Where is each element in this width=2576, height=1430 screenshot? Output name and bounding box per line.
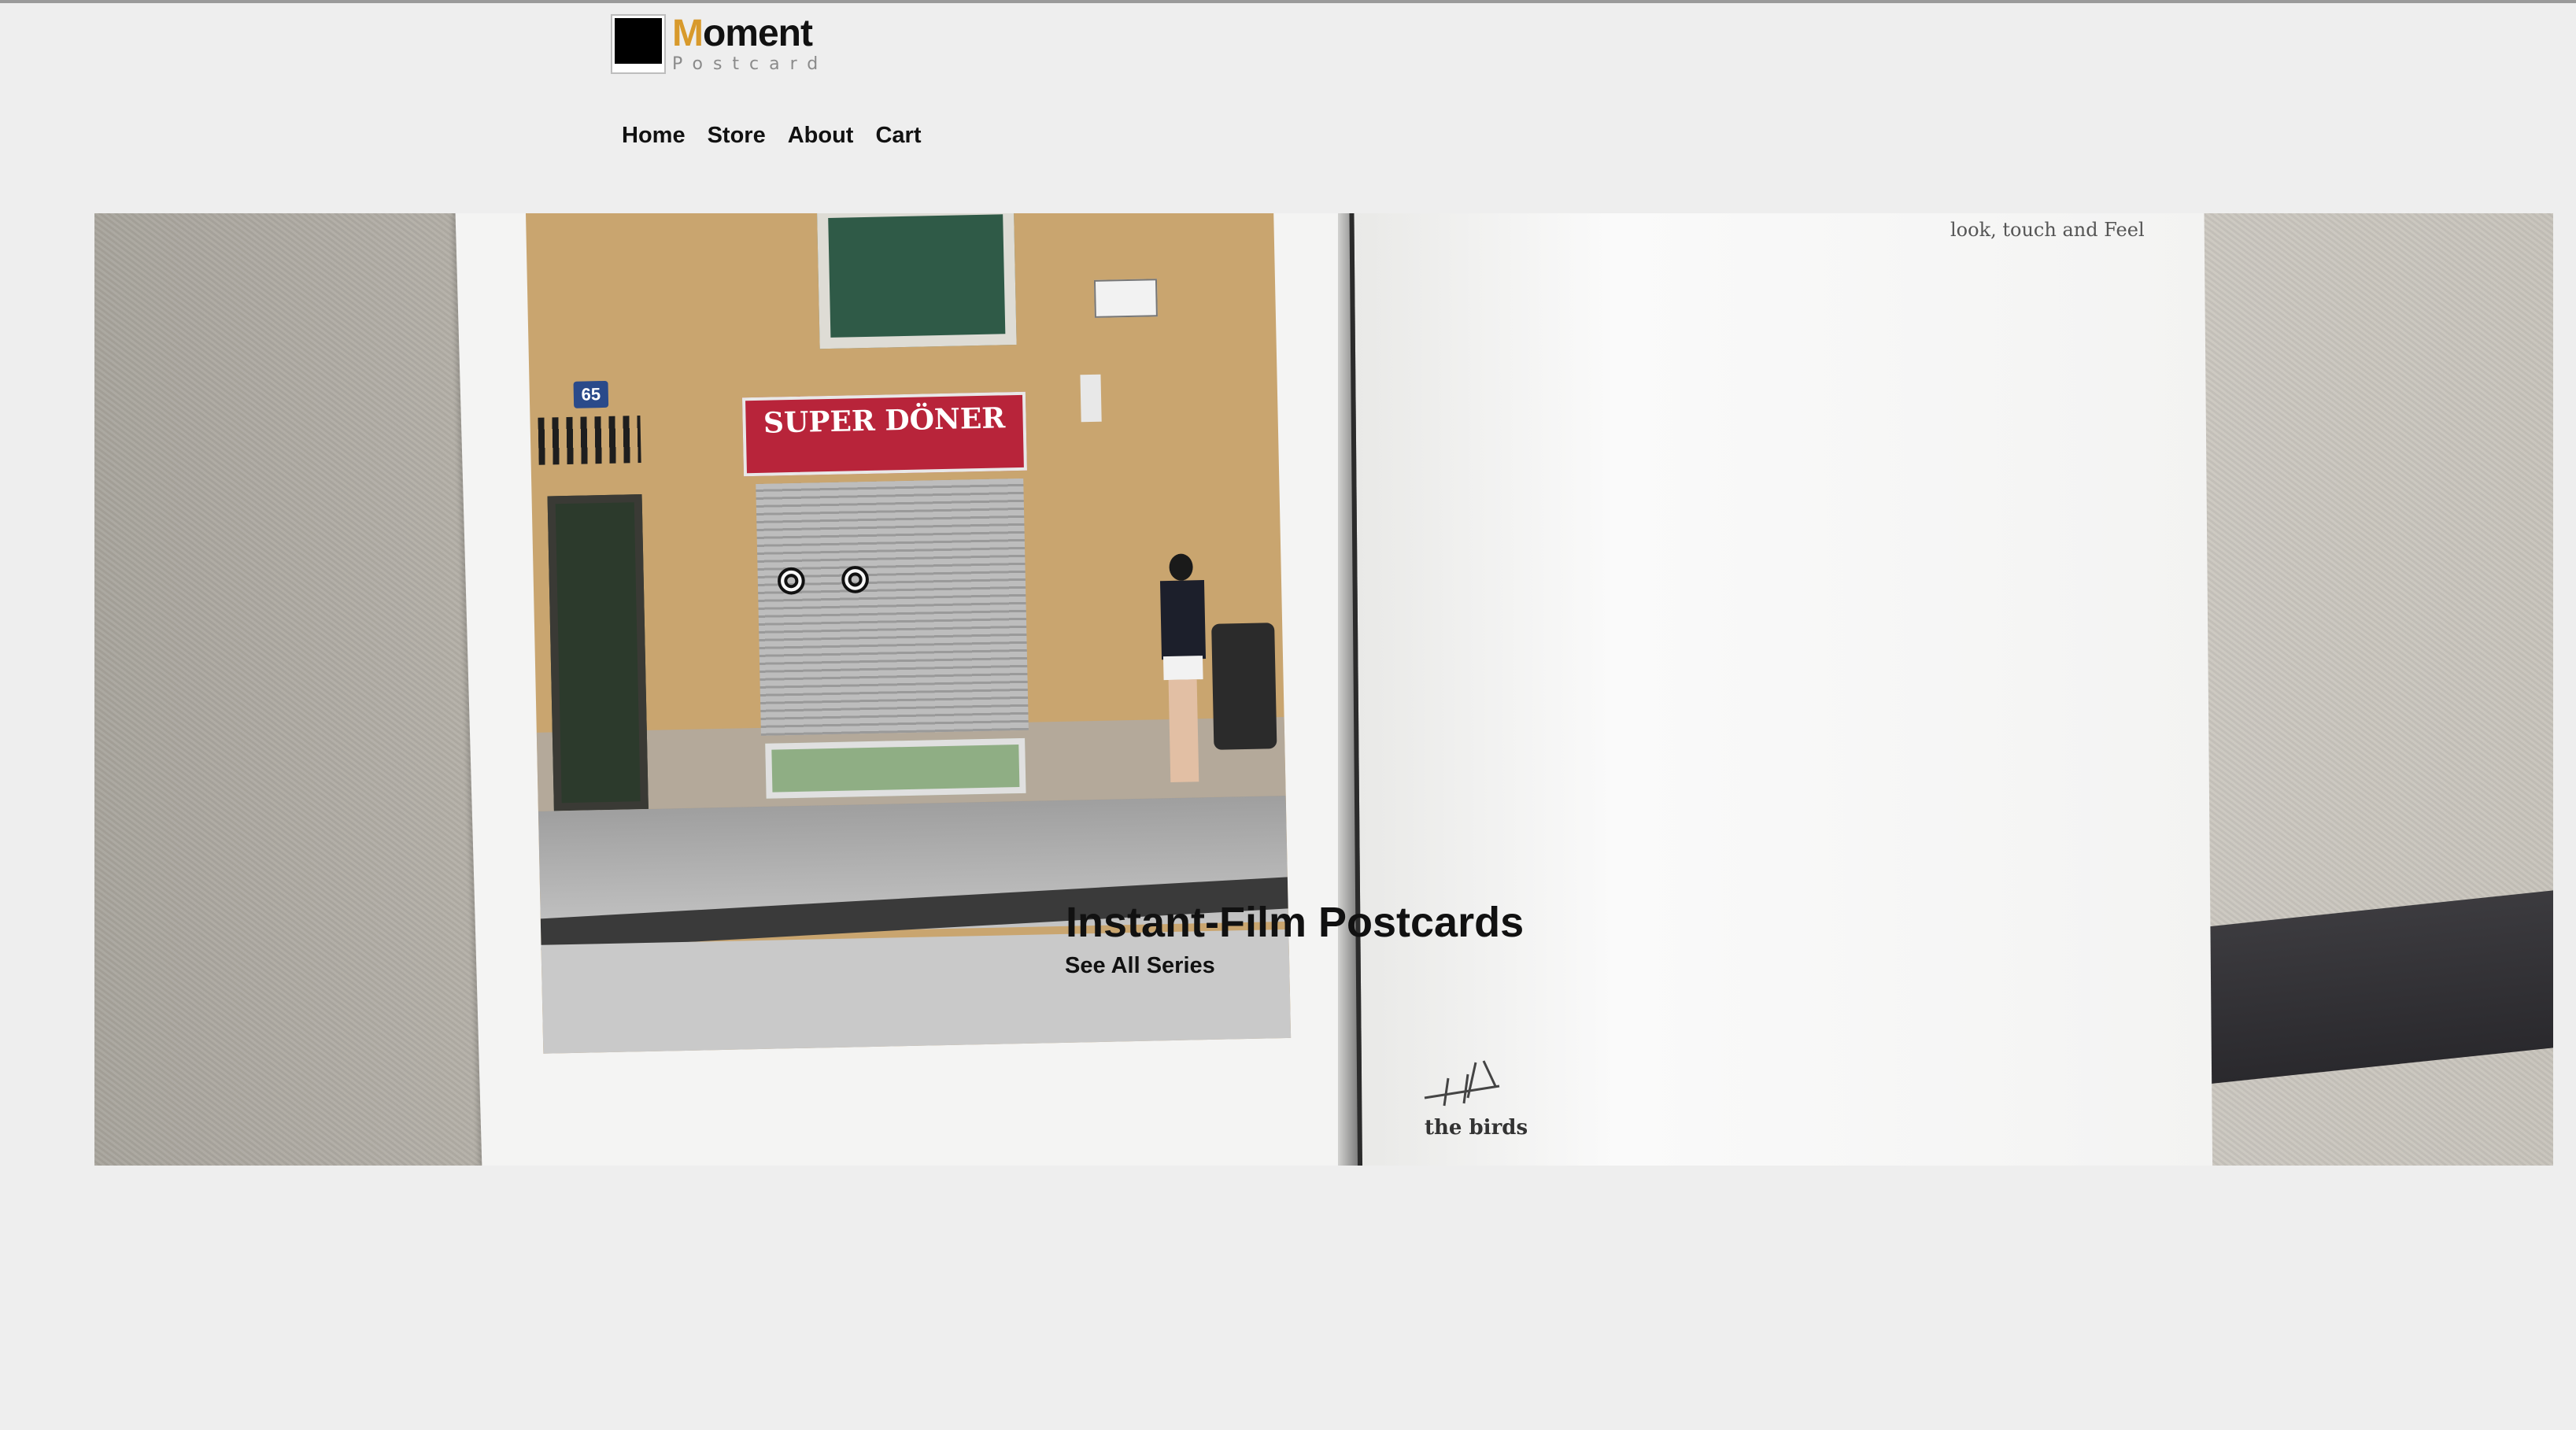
hero-banner: 65 SUPER DÖNER ˳ ˳ [94,213,2553,1166]
logo-wordmark: Moment [672,13,813,54]
nav-item-cart[interactable]: Cart [875,123,921,149]
nav-item-store[interactable]: Store [708,123,766,149]
logo-mark-icon [611,14,666,74]
photo-graffiti: ˳ ˳ [766,489,874,595]
photo-plate: 65 [573,380,609,408]
top-border [0,0,2576,3]
photo-person [1155,553,1207,790]
hero-title: Instant-Film Postcards [1066,899,1525,947]
photo-window [816,213,1017,349]
logo-subtitle: Postcard [672,54,829,74]
photo-door [547,493,649,811]
photo-road [541,929,1292,1054]
photo-grate [538,416,641,465]
photo-street-sign [1093,279,1158,318]
signature-text: the birds [1425,1116,1528,1140]
photo-shop-sign: SUPER DÖNER [741,391,1027,477]
photo-stroller [1211,623,1277,750]
main-nav: Home Store About Cart [622,123,921,149]
signature-mark-icon [1424,1060,1500,1107]
nav-item-about[interactable]: About [788,123,854,149]
see-all-series-link[interactable]: See All Series [1065,953,1215,979]
postcard-back [1349,213,2213,1166]
nav-item-home[interactable]: Home [622,123,686,149]
photo-store-window [765,737,1026,799]
site-logo[interactable]: Moment Postcard [611,14,828,74]
photo-meter [1080,374,1102,423]
postcard-note: look, touch and Feel [1950,219,2145,241]
